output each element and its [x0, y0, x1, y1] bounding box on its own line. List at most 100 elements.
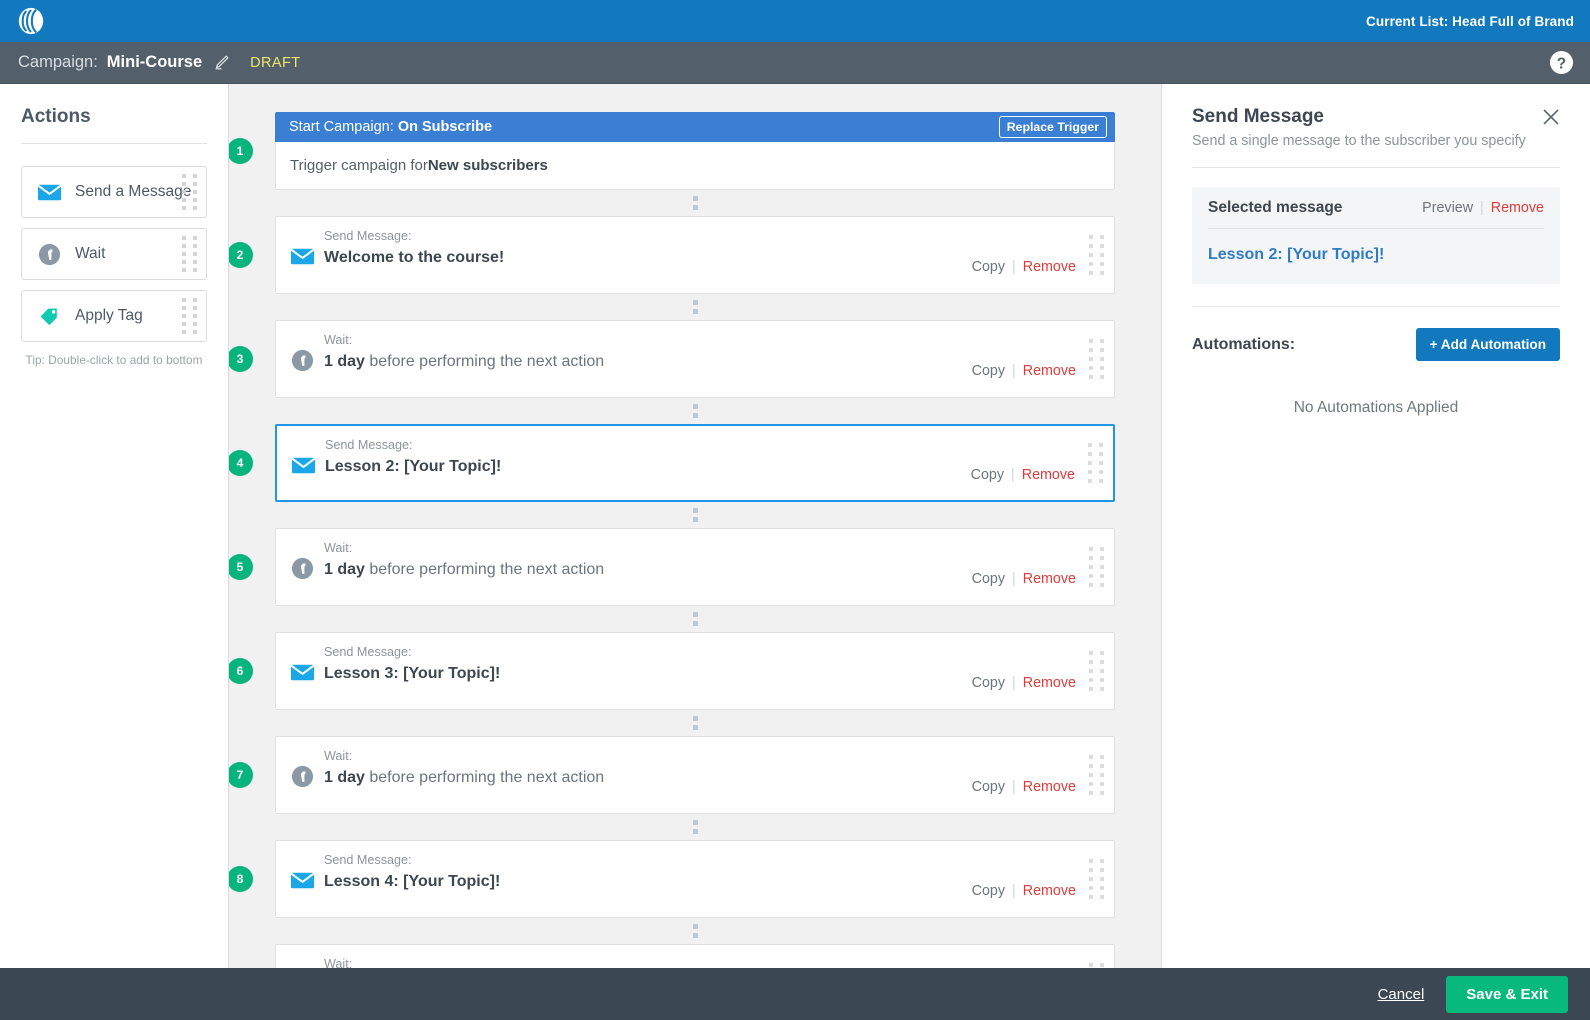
- flow-step[interactable]: 9Wait:1 day before performing the next a…: [275, 944, 1115, 968]
- sidebar-divider: [21, 143, 207, 144]
- brand-logo-icon: [16, 6, 46, 36]
- remove-message-link[interactable]: Remove: [1491, 200, 1544, 216]
- drag-handle-icon[interactable]: [1089, 859, 1104, 899]
- sidebar-title: Actions: [21, 106, 207, 128]
- action-separator: |: [1012, 675, 1016, 691]
- step-actions: Copy|Remove: [972, 571, 1076, 587]
- trigger-title: Start Campaign: On Subscribe: [289, 119, 492, 135]
- drag-handle-icon[interactable]: [1089, 235, 1104, 275]
- trigger-card[interactable]: Start Campaign: On Subscribe Replace Tri…: [275, 112, 1115, 190]
- step-icon: [290, 750, 324, 789]
- cancel-button[interactable]: Cancel: [1378, 986, 1425, 1003]
- step-actions: Copy | Remove: [972, 675, 1076, 691]
- remove-step-link[interactable]: Remove: [1023, 363, 1076, 379]
- step-connector: [275, 190, 1115, 216]
- clock-icon: [290, 556, 315, 581]
- step-connector: [275, 606, 1115, 632]
- step-actions: Copy|Remove: [971, 467, 1075, 483]
- envelope-icon: [291, 453, 316, 478]
- flow-step[interactable]: 4Send Message:Lesson 2: [Your Topic]!Cop…: [275, 424, 1115, 502]
- step-wait-value: 1 day: [324, 561, 365, 578]
- step-wait-value: 1 day: [324, 769, 365, 786]
- trigger-card-body: Trigger campaign for New subscribers: [275, 142, 1115, 190]
- remove-step-link[interactable]: Remove: [1022, 467, 1075, 483]
- remove-step-link[interactable]: Remove: [1023, 571, 1076, 587]
- trigger-title-prefix: Start Campaign:: [289, 119, 398, 135]
- copy-step-link[interactable]: Copy: [972, 675, 1005, 691]
- flow-step[interactable]: 2Send Message:Welcome to the course!Copy…: [275, 216, 1115, 294]
- current-list-label: Current List: Head Full of Brand: [1366, 14, 1574, 29]
- send-message-card[interactable]: Send Message: Lesson 2: [Your Topic]! Copy…: [275, 424, 1115, 502]
- envelope-icon: [290, 244, 315, 269]
- copy-step-link[interactable]: Copy: [972, 259, 1005, 275]
- drag-handle-icon[interactable]: [1089, 339, 1104, 379]
- flow-step[interactable]: 6Send Message:Lesson 3: [Your Topic]!Cop…: [275, 632, 1115, 710]
- flow-step[interactable]: 3Wait:1 day before performing the next a…: [275, 320, 1115, 398]
- send-message-card[interactable]: Send Message:Welcome to the course!Copy|…: [275, 216, 1115, 294]
- brand-logo[interactable]: [16, 6, 46, 36]
- preview-message-link[interactable]: Preview: [1422, 200, 1473, 216]
- action-label: Send a Message: [75, 183, 191, 201]
- drag-handle-icon[interactable]: [1089, 651, 1104, 691]
- footer-bar: Cancel Save & Exit: [0, 968, 1590, 1020]
- action-send-a-message[interactable]: Send a Message: [21, 166, 207, 218]
- send-message-panel: Send Message Send a single message to th…: [1161, 84, 1590, 968]
- wait-card[interactable]: Wait:1 day before performing the next ac…: [275, 944, 1115, 968]
- drag-handle-icon[interactable]: [182, 298, 197, 334]
- step-connector: [275, 294, 1115, 320]
- drag-handle-icon[interactable]: [1089, 755, 1104, 795]
- wait-card[interactable]: Wait:1 day before performing the next ac…: [275, 528, 1115, 606]
- action-wait[interactable]: Wait: [21, 228, 207, 280]
- step-wait-suffix: before performing the next action: [365, 353, 604, 370]
- flow-steps-container: 2Send Message:Welcome to the course!Copy…: [275, 190, 1115, 968]
- wait-card[interactable]: Wait:1 day before performing the next ac…: [275, 736, 1115, 814]
- remove-step-link[interactable]: Remove: [1023, 675, 1076, 691]
- step-title-text: Lesson 4: [Your Topic]!: [324, 873, 500, 890]
- panel-title: Send Message: [1192, 106, 1526, 128]
- add-automation-button[interactable]: + Add Automation: [1416, 328, 1560, 361]
- step-number-badge: 6: [229, 658, 253, 684]
- close-icon[interactable]: [1542, 108, 1560, 126]
- copy-step-link[interactable]: Copy: [972, 571, 1005, 587]
- selected-message-box: Selected message Preview | Remove Lesson…: [1192, 187, 1560, 284]
- drag-handle-icon[interactable]: [182, 236, 197, 272]
- trigger-card-header: Start Campaign: On Subscribe Replace Tri…: [275, 112, 1115, 142]
- copy-step-link[interactable]: Copy: [972, 363, 1005, 379]
- step-wait-value: 1 day: [324, 353, 365, 370]
- copy-step-link[interactable]: Copy: [972, 883, 1005, 899]
- action-apply-tag[interactable]: Apply Tag: [21, 290, 207, 342]
- campaign-flow: 1 Start Campaign: On Subscribe Replace T…: [229, 84, 1161, 968]
- wait-card[interactable]: Wait:1 day before performing the next ac…: [275, 320, 1115, 398]
- flow-step[interactable]: 8Send Message:Lesson 4: [Your Topic]!Cop…: [275, 840, 1115, 918]
- flow-step-trigger[interactable]: 1 Start Campaign: On Subscribe Replace T…: [275, 112, 1115, 190]
- step-kicker: Wait:: [324, 750, 1114, 764]
- step-kicker: Wait:: [324, 958, 1114, 968]
- save-and-exit-button[interactable]: Save & Exit: [1446, 976, 1568, 1013]
- remove-step-link[interactable]: Remove: [1023, 259, 1076, 275]
- remove-step-link[interactable]: Remove: [1023, 883, 1076, 899]
- step-icon: [291, 439, 325, 478]
- drag-handle-icon[interactable]: [1089, 547, 1104, 587]
- step-title-text: Lesson 2: [Your Topic]!: [325, 458, 501, 475]
- copy-step-link[interactable]: Copy: [972, 779, 1005, 795]
- selected-message-title[interactable]: Lesson 2: [Your Topic]!: [1208, 229, 1544, 284]
- campaign-name: Mini-Course: [107, 53, 202, 72]
- send-message-card[interactable]: Send Message:Lesson 4: [Your Topic]!Copy…: [275, 840, 1115, 918]
- help-circle-icon[interactable]: ?: [1549, 50, 1574, 75]
- step-actions: Copy|Remove: [972, 779, 1076, 795]
- drag-handle-icon[interactable]: [182, 174, 197, 210]
- step-icon: [290, 958, 324, 968]
- copy-step-link[interactable]: Copy: [971, 467, 1004, 483]
- send-message-card[interactable]: Send Message:Lesson 3: [Your Topic]!Copy…: [275, 632, 1115, 710]
- remove-step-link[interactable]: Remove: [1023, 779, 1076, 795]
- pencil-icon[interactable]: [213, 54, 230, 71]
- replace-trigger-button[interactable]: Replace Trigger: [999, 116, 1107, 138]
- flow-step[interactable]: 7Wait:1 day before performing the next a…: [275, 736, 1115, 814]
- step-number-badge: 1: [229, 138, 253, 164]
- drag-handle-icon[interactable]: [1088, 443, 1103, 483]
- flow-step[interactable]: 5Wait:1 day before performing the next a…: [275, 528, 1115, 606]
- step-title-text: Lesson 3: [Your Topic]!: [324, 665, 500, 682]
- step-kicker: Send Message:: [325, 439, 1113, 453]
- clock-icon: [37, 242, 62, 267]
- campaign-bar: Campaign: Mini-Course DRAFT ?: [0, 42, 1590, 84]
